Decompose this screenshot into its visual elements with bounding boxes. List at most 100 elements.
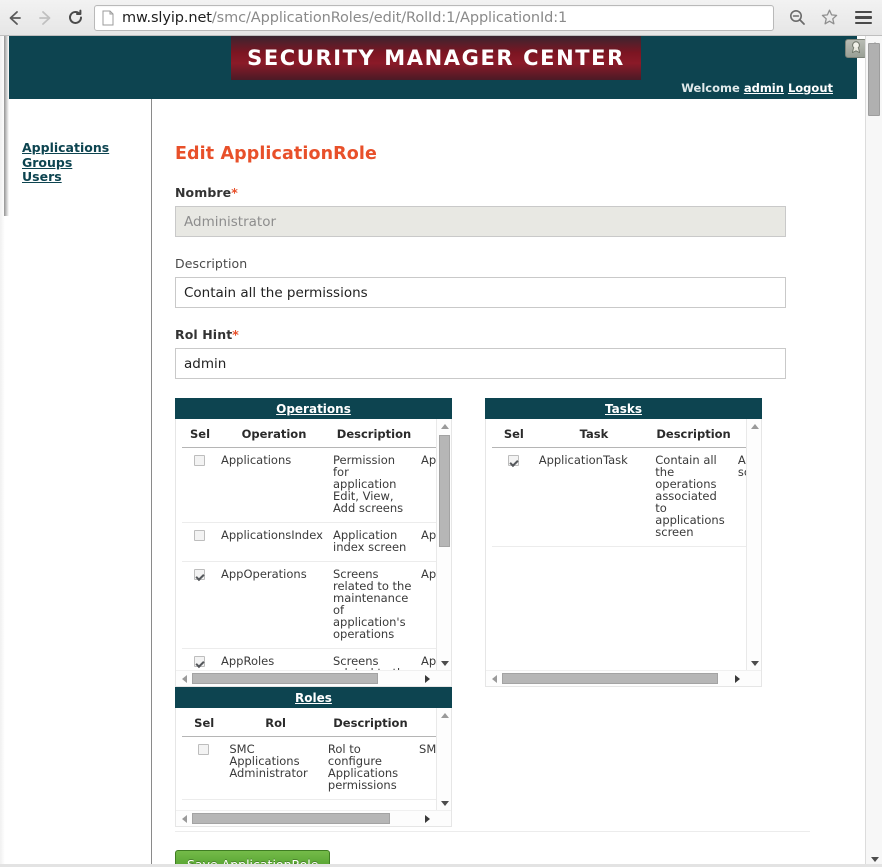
table-row[interactable]: ApplicationsIndex Application index scre… [182,523,436,562]
row-select-cell[interactable] [182,737,226,800]
roles-horizontal-scrollbar[interactable] [176,810,451,826]
row-grouping: Applicatio screen [735,448,746,547]
field-rolhint-label: Rol Hint* [175,327,857,342]
scroll-left-arrow-icon[interactable] [177,811,192,826]
browser-menu-button[interactable] [846,1,880,35]
bookmark-button[interactable] [814,3,844,33]
row-grouping: AppRo [418,649,436,671]
col-description: Description [330,419,418,448]
scroll-right-arrow-icon[interactable] [420,811,435,826]
site-header: SECURITY MANAGER CENTER Welcome admin Lo… [9,36,857,99]
roles-rows: SMC Applications Administrator Rol to co… [182,737,436,800]
col-description: Description [652,419,735,448]
row-select-cell[interactable] [182,523,218,562]
scroll-down-arrow-icon[interactable] [747,656,762,670]
scroll-up-arrow-icon[interactable] [437,419,452,433]
operations-table: Sel Operation Description Gr Applica [182,419,436,670]
hamburger-menu-icon [855,11,872,25]
operations-scroll-area: Sel Operation Description Gr Applica [176,419,436,670]
ribbon-badge-button[interactable] [845,39,867,58]
site-banner: SECURITY MANAGER CENTER [231,36,641,80]
table-row[interactable]: SMC Applications Administrator Rol to co… [182,737,436,800]
scroll-down-arrow-icon[interactable] [437,796,452,810]
page-vertical-scrollbar[interactable] [865,36,882,867]
sidebar-item-groups[interactable]: Groups [22,156,72,170]
main-content: Edit ApplicationRole Nombre* Description… [153,99,857,867]
logout-link[interactable]: Logout [788,81,833,95]
scroll-right-arrow-icon[interactable] [420,671,435,686]
row-description: Contain all the operations associated to… [652,448,735,547]
scroll-left-arrow-icon[interactable] [487,671,502,686]
roles-panel: Roles Sel Rol Description [175,687,452,827]
page-scrollbar-thumb[interactable] [868,43,880,116]
row-grouping: SMC_Edit_A [416,737,436,800]
viewport-left-edge [0,36,9,867]
url-path: /smc/ApplicationRoles/edit/RolId:1/Appli… [212,10,567,26]
col-sel: Sel [182,419,218,448]
scroll-up-arrow-icon[interactable] [747,419,762,433]
nombre-input[interactable] [175,206,786,237]
tasks-horizontal-scrollbar[interactable] [486,670,761,686]
table-row[interactable]: AppRoles Screens related to the AppRo [182,649,436,671]
forward-arrow-icon [36,9,54,27]
sidebar-item-users[interactable]: Users [22,170,62,184]
tasks-body: Sel Task Description Groupin Applica [485,419,762,687]
roles-header: Roles [175,687,452,708]
checkbox-checked-icon[interactable] [194,569,205,580]
row-name: Applications [218,448,330,523]
tasks-header: Tasks [485,398,762,419]
operations-panel: Operations Sel Operation Description [175,398,452,687]
row-select-cell[interactable] [182,562,218,649]
back-button[interactable] [0,3,30,33]
row-select-cell[interactable] [492,448,536,547]
table-row[interactable]: AppOperations Screens related to the mai… [182,562,436,649]
scrollbar-thumb[interactable] [502,673,718,684]
operations-horizontal-scrollbar[interactable] [176,670,451,686]
row-description: Screens related to the [330,649,418,671]
row-name: AppRoles [218,649,330,671]
tasks-rows: ApplicationTask Contain all the operatio… [492,448,746,547]
operations-vertical-scrollbar[interactable] [436,419,451,670]
scroll-left-arrow-icon[interactable] [177,671,192,686]
checkbox-checked-icon[interactable] [508,455,519,466]
row-name: SMC Applications Administrator [226,737,325,800]
user-link[interactable]: admin [744,81,784,95]
scroll-up-arrow-icon[interactable] [437,708,452,722]
url-host: mw.slyip.net [122,10,212,26]
table-row[interactable]: ApplicationTask Contain all the operatio… [492,448,746,547]
scrollbar-thumb[interactable] [192,813,390,824]
rolhint-input[interactable] [175,348,786,379]
tasks-vertical-scrollbar[interactable] [746,419,761,670]
sidebar-item-applications[interactable]: Applications [22,141,109,155]
url-text: mw.slyip.net/smc/ApplicationRoles/edit/R… [122,10,567,26]
address-bar[interactable]: mw.slyip.net/smc/ApplicationRoles/edit/R… [94,5,774,31]
row-select-cell[interactable] [182,448,218,523]
checkbox-checked-icon[interactable] [194,656,205,667]
checkbox-unchecked-icon[interactable] [194,455,205,466]
table-header-row: Sel Operation Description Gr [182,419,436,448]
ribbon-badge-icon [849,39,863,58]
row-description: Permission for application Edit, View, A… [330,448,418,523]
page-title: Edit ApplicationRole [175,144,857,164]
description-input[interactable] [175,277,786,308]
row-select-cell[interactable] [182,649,218,671]
scroll-right-arrow-icon[interactable] [730,671,745,686]
roles-title: Roles [295,691,332,705]
required-asterisk: * [231,185,238,200]
col-grouping: Gr [418,419,436,448]
row-description: Rol to configure Applications permission… [325,737,416,800]
reload-button[interactable] [60,3,90,33]
scroll-down-arrow-icon[interactable] [437,656,452,670]
checkbox-unchecked-icon[interactable] [194,530,205,541]
checkbox-unchecked-icon[interactable] [198,744,209,755]
zoom-out-button[interactable] [782,3,812,33]
operations-header: Operations [175,398,452,419]
scrollbar-thumb[interactable] [439,435,450,547]
table-header-row: Sel Rol Description Groupin [182,708,436,737]
browser-window: mw.slyip.net/smc/ApplicationRoles/edit/R… [0,0,882,867]
roles-vertical-scrollbar[interactable] [436,708,451,810]
col-operation: Operation [218,419,330,448]
forward-button[interactable] [30,3,60,33]
scrollbar-thumb[interactable] [192,673,378,684]
table-row[interactable]: Applications Permission for application … [182,448,436,523]
